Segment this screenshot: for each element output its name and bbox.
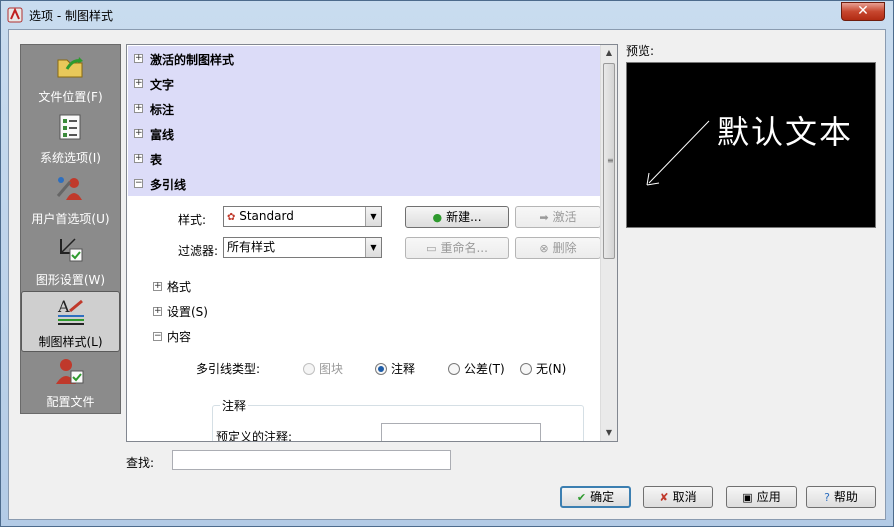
window-title: 选项 - 制图样式 [29,9,113,23]
expand-icon[interactable]: + [134,104,143,113]
tree-node-format[interactable]: + 格式 [153,278,191,295]
dialog-client: 文件位置(F) 系统选项(I) 用户首选项(U) 图形设置(W) A 制图样式(… [8,29,886,520]
nav-item-drafting-styles[interactable]: A 制图样式(L) [21,291,120,352]
expand-icon[interactable]: + [134,129,143,138]
title-bar: 选项 - 制图样式 ✕ [1,1,893,29]
scroll-down-icon[interactable]: ▼ [601,425,617,441]
scroll-up-icon[interactable]: ▲ [601,45,617,61]
tree-scrollbar[interactable]: ▲ ≡ ▼ [600,45,617,441]
nav-item-system-options[interactable]: 系统选项(I) [21,108,120,169]
tree-node-active-style[interactable]: + 激活的制图样式 [128,46,601,71]
radio-annotation[interactable]: 注释 [375,360,415,377]
nav-item-label: 图形设置(W) [35,273,106,287]
tree-node-text[interactable]: + 文字 [128,71,601,96]
nav-item-file-locations[interactable]: 文件位置(F) [21,47,120,108]
preview-sample-text: 默认文本 [717,113,854,151]
grip-icon: ≡ [607,156,614,165]
options-dialog: 选项 - 制图样式 ✕ 文件位置(F) 系统选项(I) 用户首选项(U) 图形设… [0,0,894,527]
graphics-settings-icon [60,238,83,262]
cancel-button[interactable]: ✘ 取消 [643,486,713,508]
expand-icon[interactable]: + [153,282,162,291]
close-icon: ✕ [857,3,869,19]
nav-item-label: 用户首选项(U) [31,212,110,226]
tree-node-multiline[interactable]: + 富线 [128,121,601,146]
rename-icon: ▭ [426,242,437,255]
tree-node-settings[interactable]: + 设置(S) [153,303,208,320]
folder-arrow-icon [57,57,83,78]
find-input[interactable] [172,450,451,470]
user-tools-icon [56,177,82,200]
preview-label: 预览: [626,44,655,58]
help-icon: ? [824,491,830,504]
scrollbar-thumb[interactable]: ≡ [603,63,615,259]
chevron-down-icon[interactable]: ▼ [365,207,381,226]
app-icon [7,7,23,23]
settings-tree: + 激活的制图样式 + 文字 + 标注 + 富线 + 表 − 多引线 样式: ✿… [126,44,618,442]
style-swatch-icon: ✿ [227,212,236,223]
nav-item-user-preferences[interactable]: 用户首选项(U) [21,169,120,230]
preview-pane: 默认文本 [626,62,876,228]
add-icon: ● [432,211,443,224]
nav-item-graphics-settings[interactable]: 图形设置(W) [21,230,120,291]
filter-combobox[interactable]: 所有样式 ▼ [223,237,382,258]
predefined-annotation-label: 预定义的注释: [216,430,293,442]
nav-item-label: 系统选项(I) [40,151,101,165]
annotation-group: 注释 预定义的注释: [212,397,584,442]
radio-none[interactable]: 无(N) [520,360,566,377]
style-combobox[interactable]: ✿ Standard ▼ [223,206,382,227]
help-button[interactable]: ? 帮助 [806,486,876,508]
new-style-button[interactable]: ● 新建... [405,206,509,228]
cancel-icon: ✘ [659,491,669,504]
radio-tolerance[interactable]: 公差(T) [448,360,505,377]
close-button[interactable]: ✕ [841,2,885,21]
tree-node-dimension[interactable]: + 标注 [128,96,601,121]
nav-item-label: 制图样式(L) [38,335,103,349]
radio-block[interactable]: 图块 [303,360,343,377]
tree-node-multileader[interactable]: − 多引线 [128,171,601,196]
chevron-down-icon[interactable]: ▼ [365,238,381,257]
activate-button[interactable]: ➡ 激活 [515,206,601,228]
apply-icon: ▣ [742,491,753,504]
find-label: 查找: [126,456,155,470]
ok-button[interactable]: ✔ 确定 [560,486,631,508]
multileader-type-label: 多引线类型: [196,362,261,376]
nav-item-label: 文件位置(F) [38,90,103,104]
rename-button[interactable]: ▭ 重命名... [405,237,509,259]
expand-icon[interactable]: + [134,154,143,163]
check-icon: ✔ [576,491,587,504]
expand-icon[interactable]: + [134,54,143,63]
collapse-icon[interactable]: − [153,332,162,341]
expand-icon[interactable]: + [134,79,143,88]
drafting-style-icon: A [57,297,84,325]
category-nav: 文件位置(F) 系统选项(I) 用户首选项(U) 图形设置(W) A 制图样式(… [20,44,121,414]
svg-text:A: A [57,297,70,316]
filter-label: 过滤器: [178,244,219,258]
delete-button[interactable]: ⊗ 删除 [515,237,601,259]
collapse-icon[interactable]: − [134,179,143,188]
group-title: 注释 [220,397,249,414]
expand-icon[interactable]: + [153,307,162,316]
tree-node-content[interactable]: − 内容 [153,328,191,345]
arrow-right-icon: ➡ [539,211,549,224]
nav-item-label: 配置文件 [46,395,95,409]
apply-button[interactable]: ▣ 应用 [726,486,797,508]
checklist-icon [59,114,81,140]
nav-item-profiles[interactable]: 配置文件 [21,352,120,413]
profile-user-icon [56,359,84,384]
delete-icon: ⊗ [539,242,549,255]
predefined-annotation-input[interactable] [381,423,541,441]
tree-node-table[interactable]: + 表 [128,146,601,171]
style-label: 样式: [178,213,207,227]
